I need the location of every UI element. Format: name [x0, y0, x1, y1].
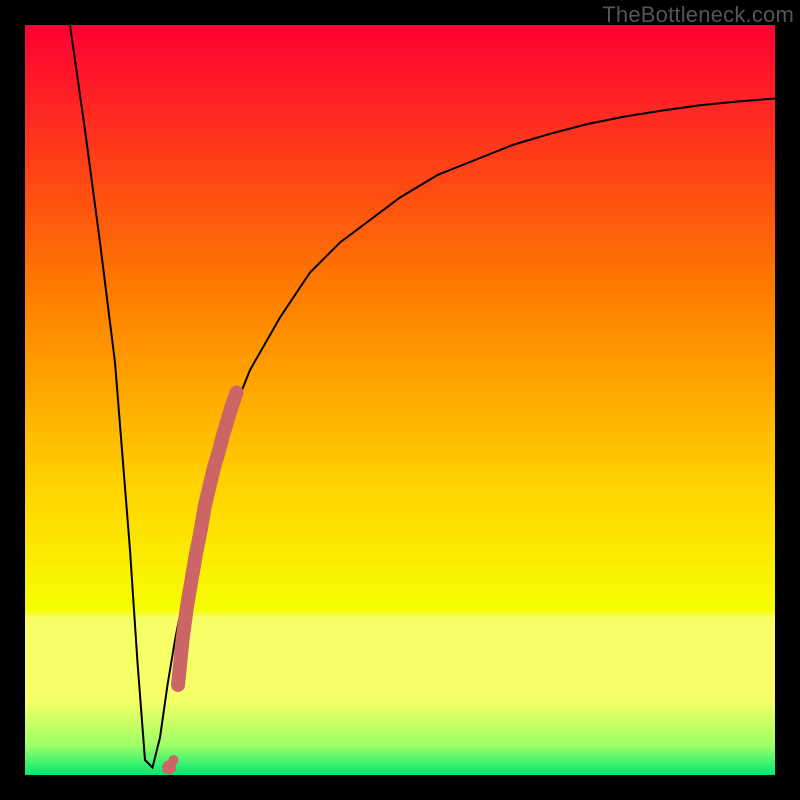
chart-frame: TheBottleneck.com — [0, 0, 800, 800]
watermark-text: TheBottleneck.com — [602, 2, 794, 28]
plot-svg — [25, 25, 775, 775]
plot-area — [25, 25, 775, 775]
highlight-dot — [169, 755, 179, 765]
